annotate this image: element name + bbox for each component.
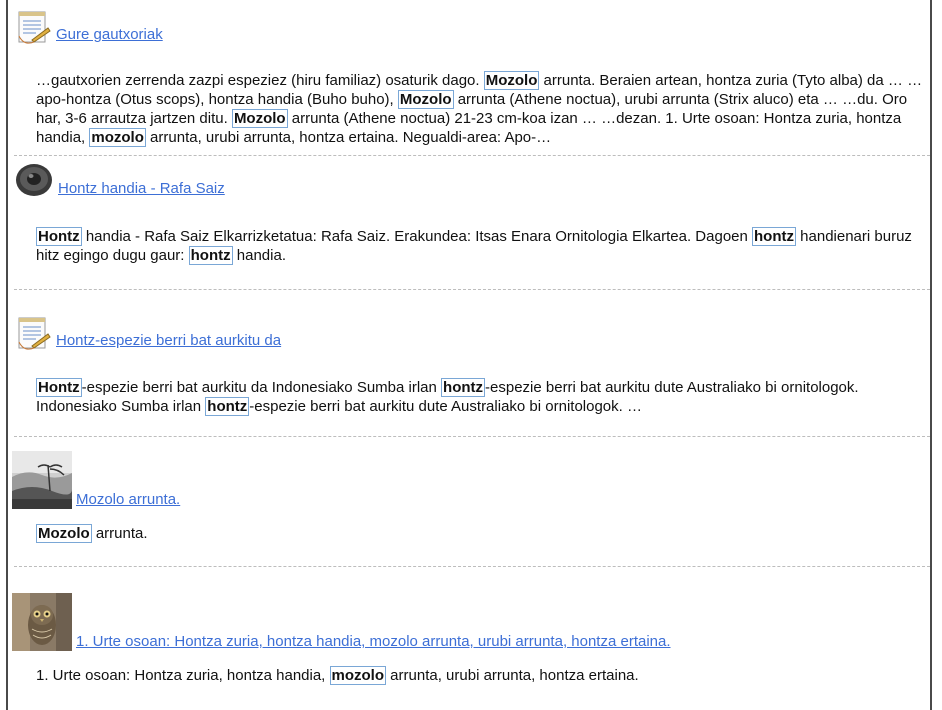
separator — [14, 436, 930, 437]
highlighted-keyword: hontz — [752, 227, 796, 246]
result-title-link[interactable]: Gure gautxoriak — [56, 26, 163, 44]
result-title-link[interactable]: Mozolo arrunta. — [76, 491, 180, 509]
highlighted-keyword: Mozolo — [397, 90, 454, 109]
highlighted-keyword: mozolo — [89, 128, 146, 147]
highlighted-keyword: Hontz — [36, 378, 82, 397]
highlighted-keyword: hontz — [205, 397, 250, 416]
result-snippet: Hontz -espezie berri bat aurkitu da Indon… — [36, 378, 924, 416]
snippet-text: handia. — [232, 247, 286, 264]
snippet-text: handia - Rafa Saiz Elkarrizketatua: Rafa… — [81, 228, 753, 245]
result-title-link[interactable]: 1. Urte osoan: Hontza zuria, hontza hand… — [76, 633, 671, 651]
result-snippet: Hontz handia - Rafa Saiz Elkarrizketatua… — [36, 227, 924, 265]
owl-photo-icon — [12, 593, 72, 651]
result-snippet: …gautxorien zerrenda zazpi espeziez (hir… — [36, 71, 924, 147]
snippet-text: arrunta, urubi arrunta, hontza ertaina. — [386, 667, 639, 684]
separator — [14, 289, 930, 290]
snippet-text: -espezie berri bat aurkitu dute Australi… — [249, 398, 642, 415]
highlighted-keyword: Mozolo — [483, 71, 540, 90]
result-title-link[interactable]: Hontz-espezie berri bat aurkitu da — [56, 332, 281, 350]
result-snippet: Mozolo arrunta. — [36, 524, 924, 543]
separator — [14, 566, 930, 567]
highlighted-keyword: hontz — [441, 378, 486, 397]
landscape-photo-icon — [12, 451, 72, 509]
separator — [14, 155, 930, 156]
result-title-link[interactable]: Hontz handia - Rafa Saiz — [58, 180, 225, 198]
snippet-text: arrunta. — [91, 525, 148, 542]
highlighted-keyword: Mozolo — [231, 109, 288, 128]
snippet-text: 1. Urte osoan: Hontza zuria, hontza hand… — [36, 667, 330, 684]
highlighted-keyword: Mozolo — [36, 524, 92, 543]
highlighted-keyword: mozolo — [329, 666, 387, 685]
snippet-text: …gautxorien zerrenda zazpi espeziez (hir… — [36, 72, 484, 89]
snippet-text: -espezie berri bat aurkitu da Indonesiak… — [81, 379, 442, 396]
highlighted-keyword: Hontz — [36, 227, 82, 246]
notepad-icon — [14, 312, 52, 350]
highlighted-keyword: hontz — [188, 246, 233, 265]
notepad-icon — [14, 6, 52, 44]
result-snippet: 1. Urte osoan: Hontza zuria, hontza hand… — [36, 666, 924, 685]
speaker-icon — [14, 162, 54, 198]
results-frame: Gure gautxoriak …gautxorien zerrenda zaz… — [6, 0, 932, 710]
snippet-text: arrunta, urubi arrunta, hontza ertaina. … — [145, 129, 552, 146]
